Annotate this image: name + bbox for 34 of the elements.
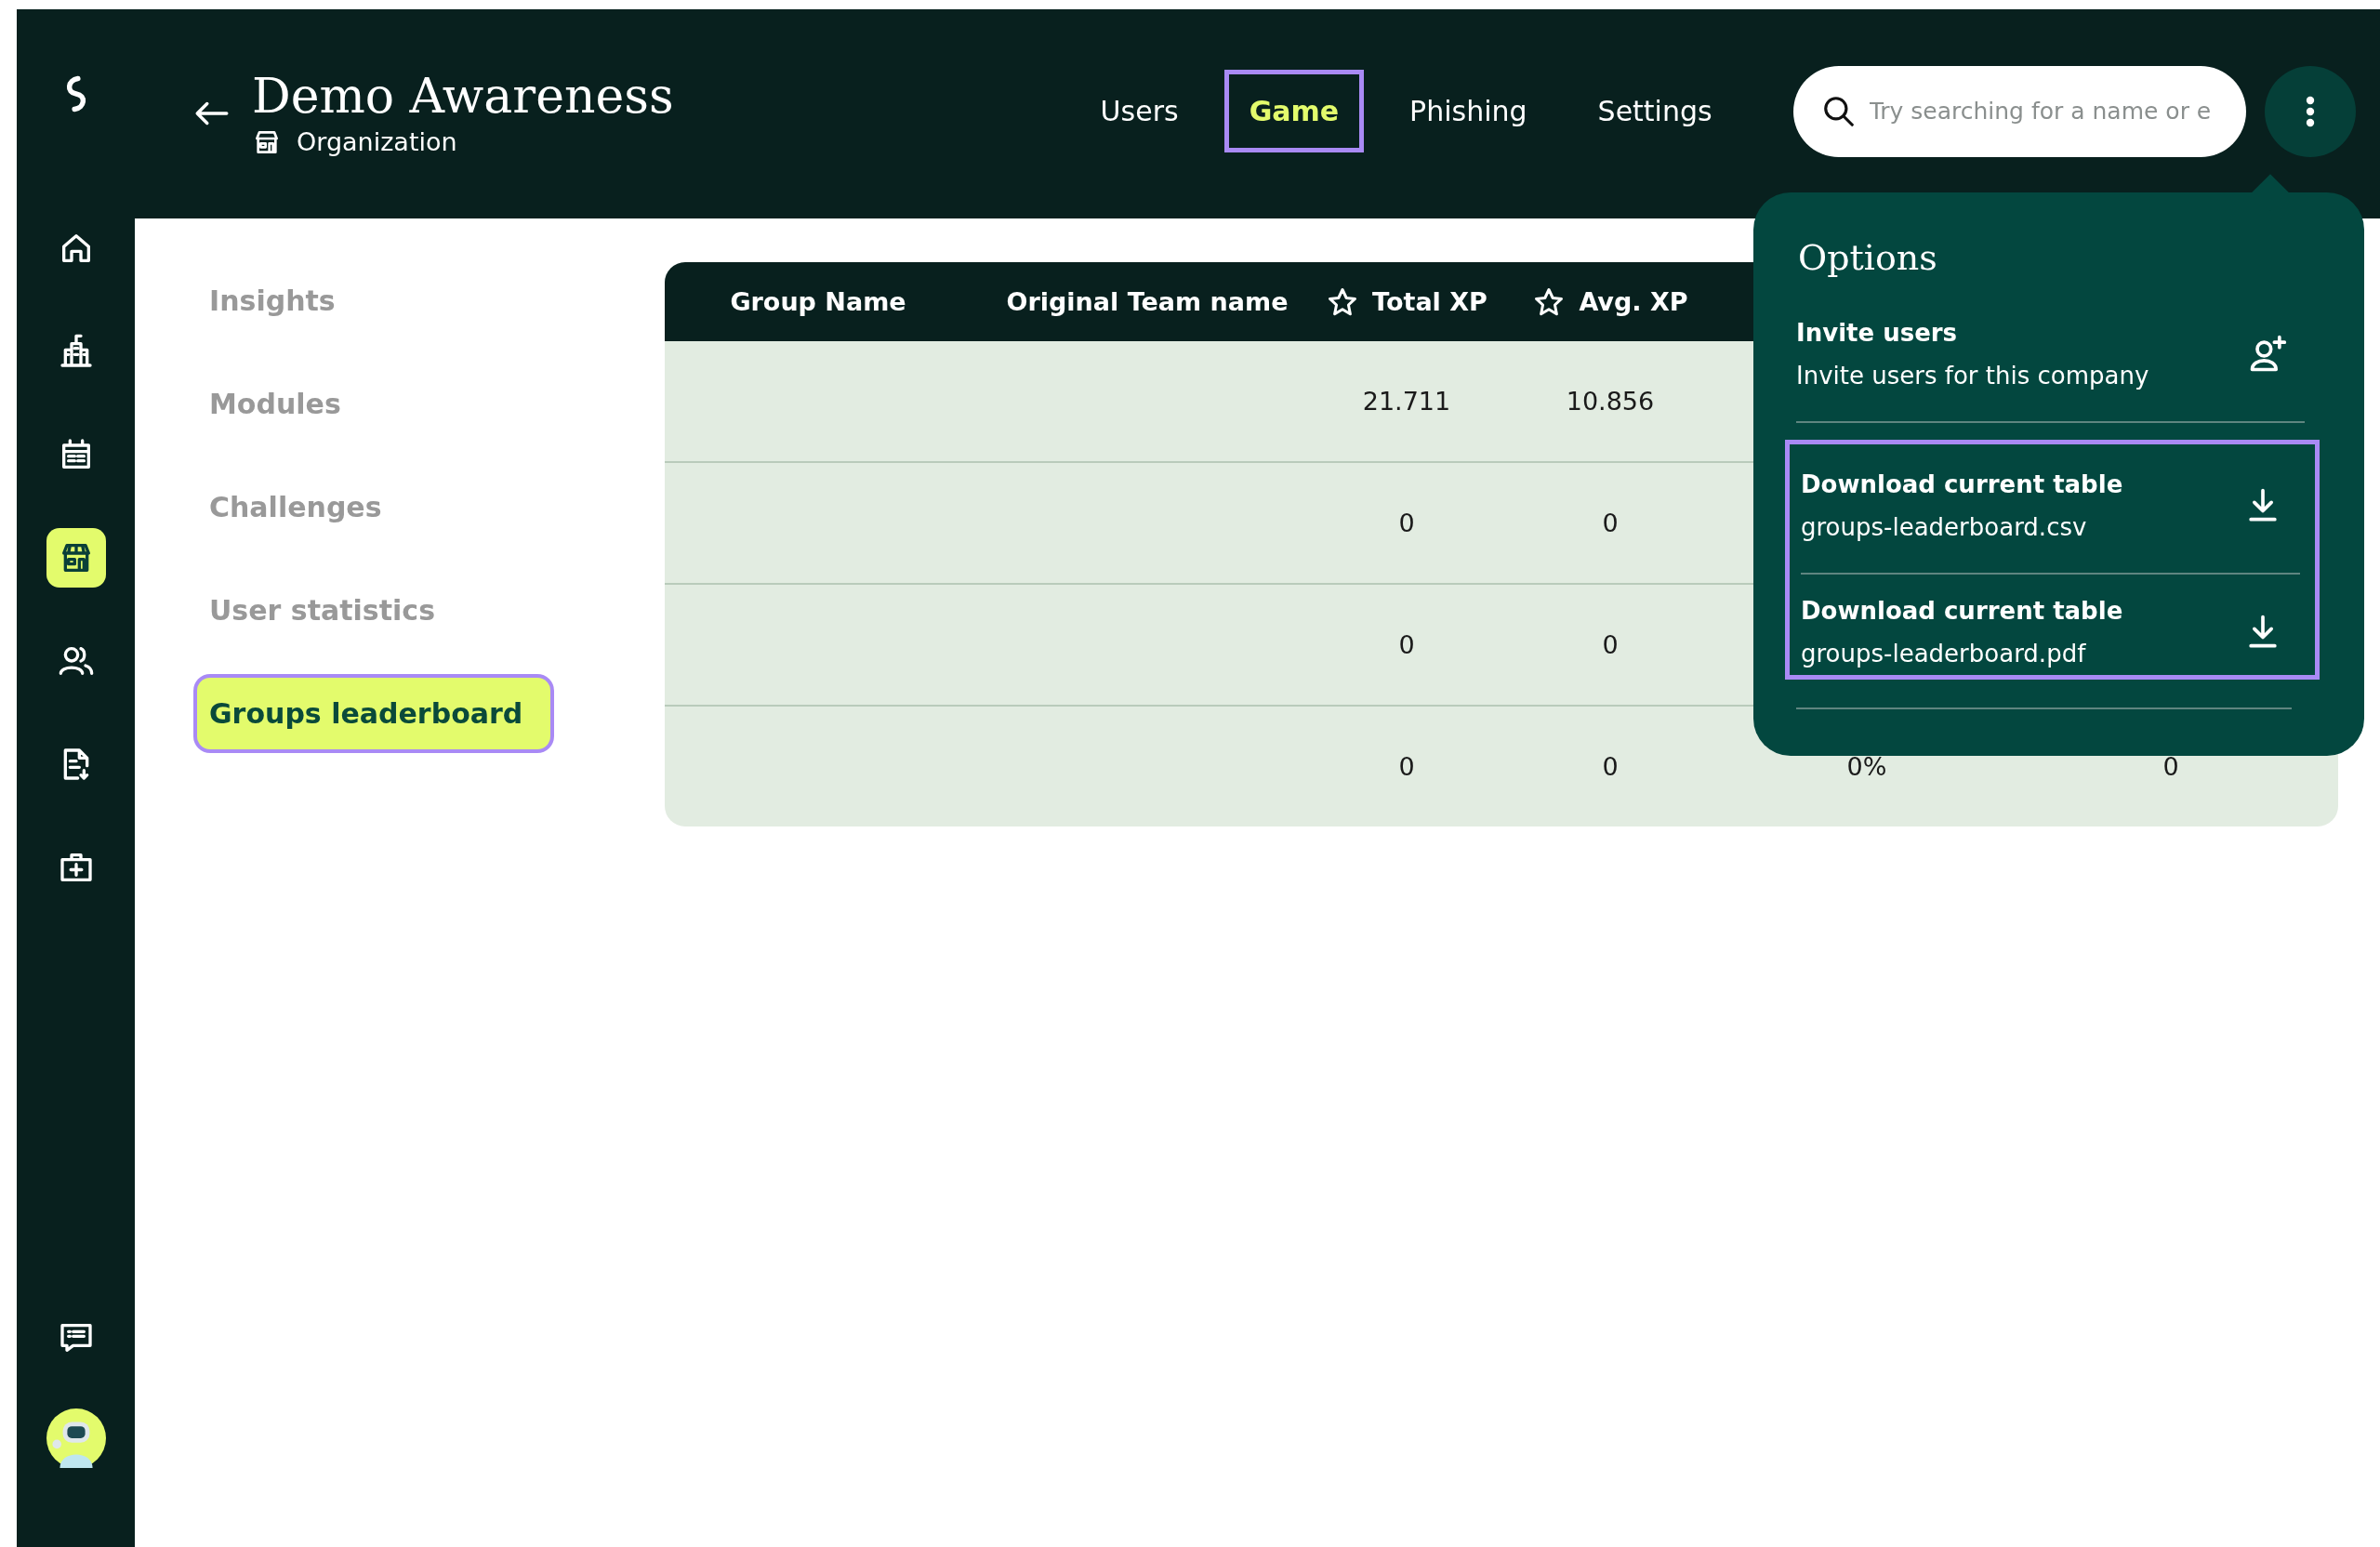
table-cell: 0	[1398, 752, 1415, 781]
menu-item-title: Download current table	[1801, 597, 2123, 625]
column-header: Group Name	[730, 287, 906, 316]
menu-item-title: Download current table	[1801, 470, 2123, 498]
table-cell: 0%	[1846, 752, 1887, 781]
column-header: Total XP	[1372, 287, 1488, 316]
menu-item[interactable]: Download current table groups-leaderboard.pdf	[1801, 575, 2300, 675]
avatar[interactable]	[46, 1408, 106, 1468]
table-cell: 21.711	[1362, 387, 1451, 416]
menu-item-subtitle: groups-leaderboard.csv	[1801, 513, 2088, 541]
table-cell: 10.856	[1566, 387, 1655, 416]
table-cell: 0	[1398, 509, 1415, 537]
tab[interactable]: Settings	[1572, 70, 1738, 152]
menu-item[interactable]: Download current table groups-leaderboard.csv	[1801, 448, 2300, 575]
search-field[interactable]: Try searching for a name or e	[1792, 65, 2246, 157]
menu-title: Options	[1798, 237, 1938, 278]
menu-item[interactable]: Invite users Invite users for this company	[1796, 297, 2305, 423]
page-title: Demo Awareness	[252, 66, 674, 126]
column-header: Avg. XP	[1579, 287, 1688, 316]
menu-item-subtitle: groups-leaderboard.pdf	[1801, 640, 2087, 668]
table-cell: 0	[1602, 752, 1619, 781]
table-cell: 0	[1602, 509, 1619, 537]
page-subtitle: Organization	[297, 127, 457, 156]
tab[interactable]: Phishing	[1384, 70, 1553, 152]
menu-icon	[2304, 94, 2316, 128]
table-cell: 0	[1398, 630, 1415, 659]
tab[interactable]: Users	[1075, 70, 1204, 152]
menu-item-subtitle: Invite users for this company	[1796, 362, 2149, 390]
table-cell: 0	[1602, 630, 1619, 659]
menu-item-title: Invite users	[1796, 319, 1959, 347]
column-header: Original Team name	[1006, 287, 1289, 316]
sidebar-item[interactable]	[46, 528, 106, 588]
tab[interactable]: Game	[1223, 70, 1365, 152]
table-cell: 0	[2162, 752, 2179, 781]
